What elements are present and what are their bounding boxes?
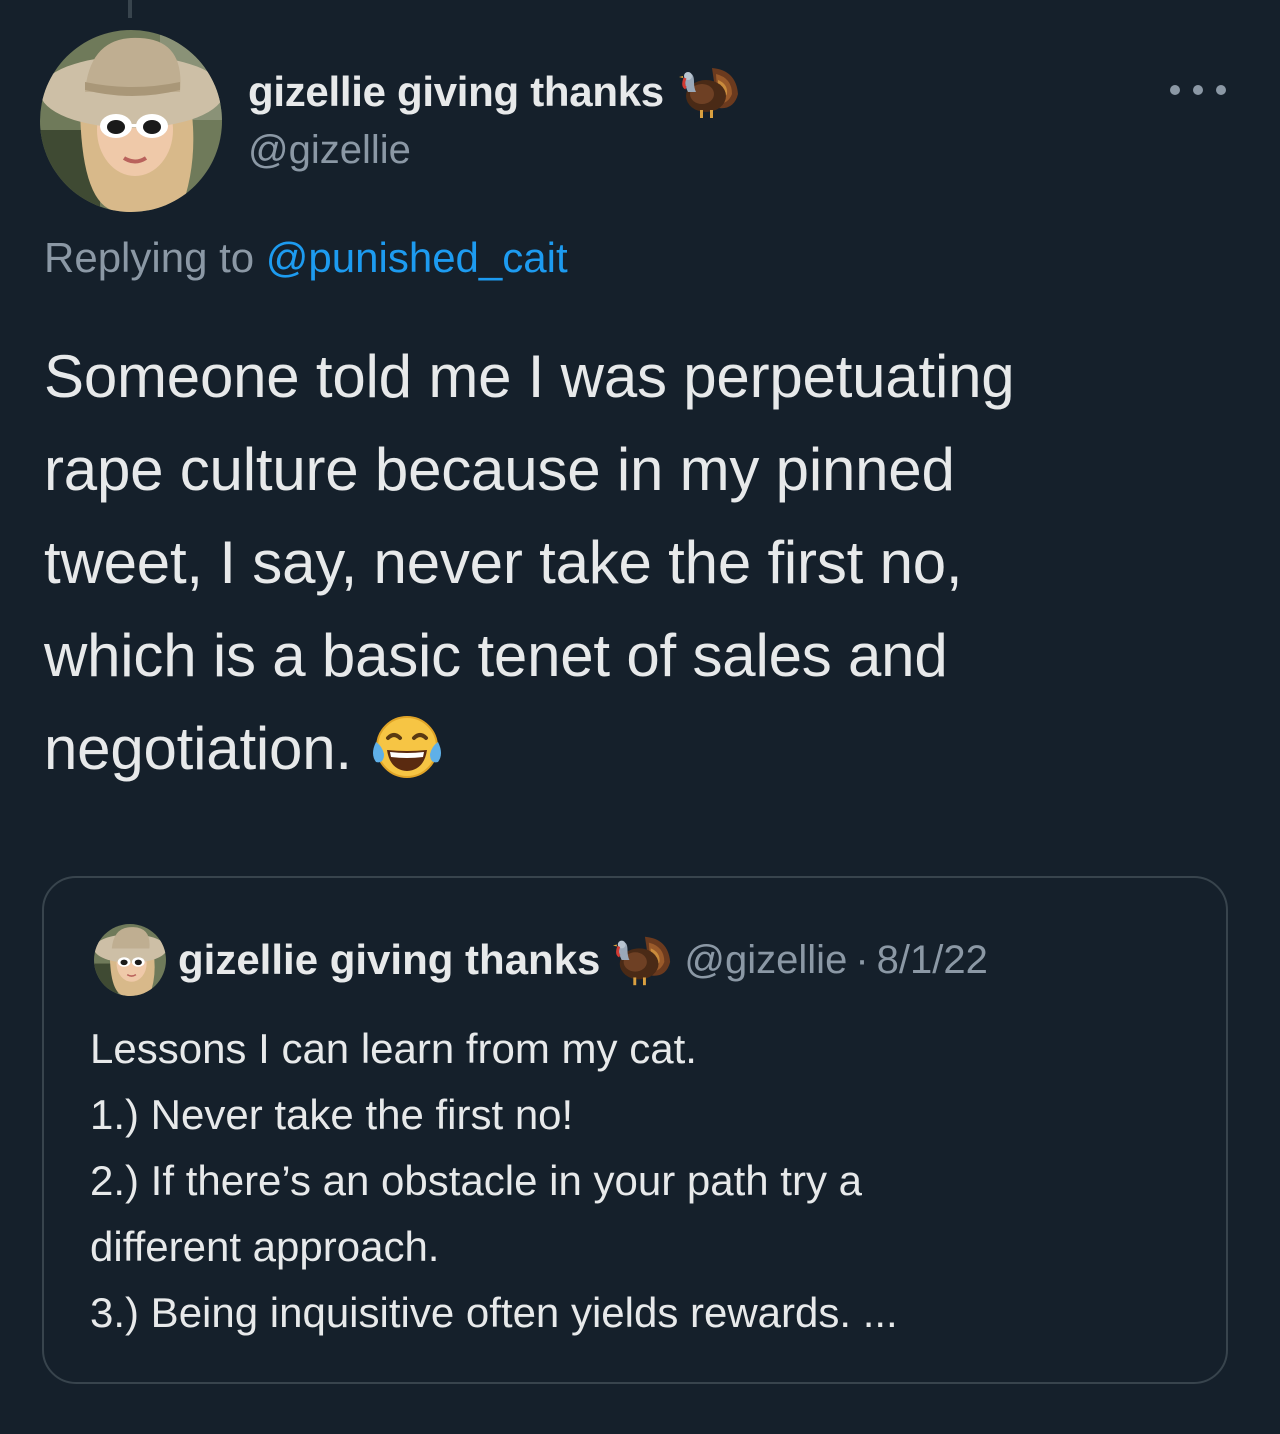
author-name-row[interactable]: gizellie giving thanks [248, 62, 742, 122]
separator-dot: · [855, 937, 869, 982]
quoted-tweet-card[interactable]: gizellie giving thanks @gizellie · 8/1/2… [42, 876, 1228, 1384]
dot [1170, 85, 1180, 95]
replying-prefix: Replying to [44, 234, 255, 281]
author-display-name[interactable]: gizellie giving thanks [248, 68, 664, 116]
turkey-icon [612, 932, 674, 988]
profile-photo-icon [40, 30, 222, 212]
ellipsis-horizontal-icon[interactable] [1170, 82, 1226, 98]
quoted-avatar[interactable] [94, 924, 166, 996]
quoted-text-line: different approach. [90, 1223, 440, 1270]
quoted-text-line: 3.) Being inquisitive often yields rewar… [90, 1289, 898, 1336]
turkey-icon [678, 64, 742, 120]
dot [1216, 85, 1226, 95]
reply-mention-link[interactable]: @punished_cait [266, 234, 568, 281]
tweet-text-line: tweet, I say, never take the first no, [44, 529, 963, 596]
quoted-author-handle[interactable]: @gizellie [684, 938, 847, 983]
quoted-tweet-date[interactable]: 8/1/22 [877, 938, 988, 983]
replying-to-line: Replying to @punished_cait [44, 234, 568, 282]
quoted-text-line: Lessons I can learn from my cat. [90, 1025, 697, 1072]
profile-photo-icon [94, 924, 166, 996]
tweet: gizellie giving thanks @gizellie Replyin… [0, 0, 1280, 1434]
tweet-text-last-line: negotiation. [44, 702, 1244, 795]
tweet-text-line: rape culture because in my pinned [44, 436, 955, 503]
quoted-tweet-text: Lessons I can learn from my cat. 1.) Nev… [90, 1016, 1190, 1346]
tweet-text: Someone told me I was perpetuating rape … [44, 330, 1244, 795]
author-handle[interactable]: @gizellie [248, 128, 411, 173]
quoted-text-line: 1.) Never take the first no! [90, 1091, 574, 1138]
quoted-tweet-header: gizellie giving thanks @gizellie · 8/1/2… [94, 922, 988, 998]
face-with-tears-of-joy-icon [370, 712, 444, 782]
tweet-text-line: Someone told me I was perpetuating [44, 343, 1015, 410]
quoted-text-line: 2.) If there’s an obstacle in your path … [90, 1157, 862, 1204]
tweet-text-line: negotiation. [44, 715, 352, 782]
tweet-text-line: which is a basic tenet of sales and [44, 622, 948, 689]
avatar[interactable] [40, 30, 222, 212]
quoted-author-display-name[interactable]: gizellie giving thanks [178, 936, 600, 984]
dot [1193, 85, 1203, 95]
